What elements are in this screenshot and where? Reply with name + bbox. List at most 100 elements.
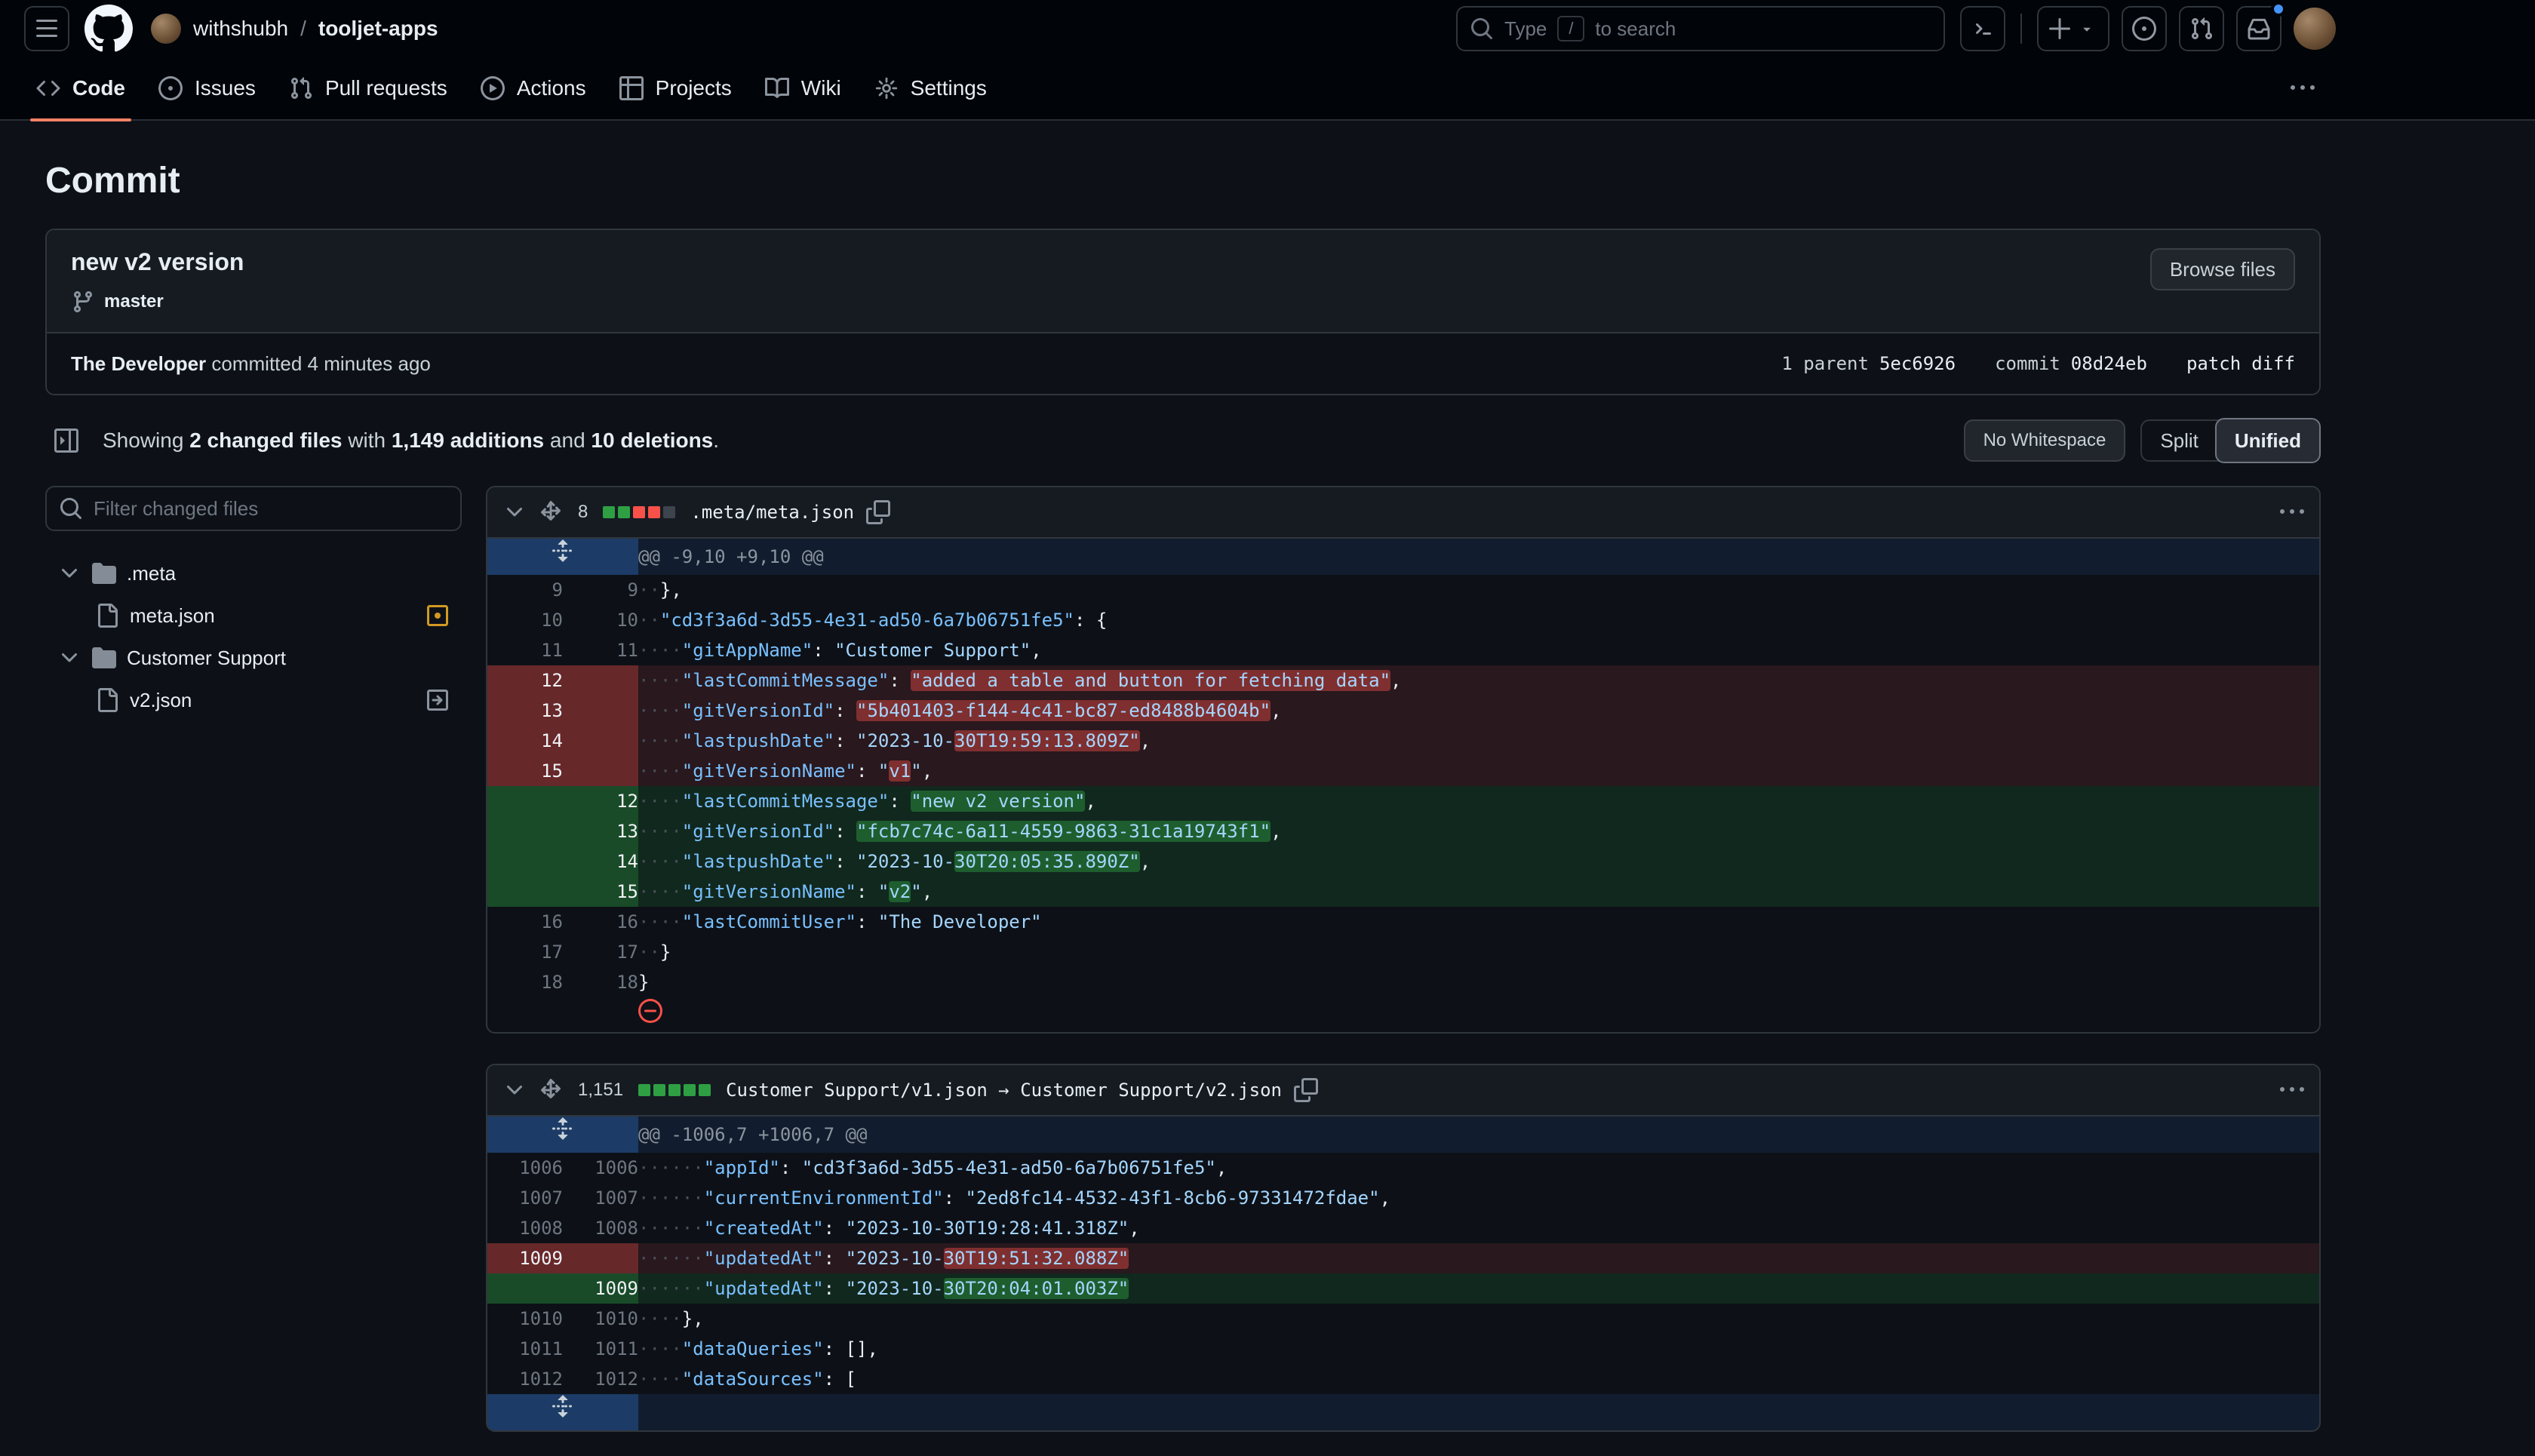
- split-view-button[interactable]: Split: [2142, 419, 2217, 462]
- new-line-number[interactable]: 18: [563, 967, 638, 997]
- old-line-number[interactable]: 1010: [487, 1304, 563, 1334]
- new-line-number[interactable]: 1011: [563, 1334, 638, 1364]
- code-line: ····"gitVersionId": "5b401403-f144-4c41-…: [638, 696, 2319, 726]
- diffstat-blocks: [638, 1084, 711, 1096]
- new-line-number[interactable]: 1007: [563, 1183, 638, 1213]
- old-line-number[interactable]: 15: [487, 756, 563, 786]
- drag-file-handle[interactable]: [539, 1078, 563, 1102]
- old-line-number[interactable]: 1009: [487, 1243, 563, 1273]
- tab-issues[interactable]: Issues: [146, 66, 268, 111]
- new-line-number[interactable]: [563, 756, 638, 786]
- tree-folder-meta[interactable]: .meta: [45, 552, 462, 594]
- collapse-file-button[interactable]: [502, 500, 527, 524]
- nav-overflow-button[interactable]: [2282, 67, 2324, 109]
- old-line-number[interactable]: [487, 786, 563, 816]
- copy-path-button[interactable]: [866, 500, 890, 524]
- breadcrumb-repo[interactable]: tooljet-apps: [318, 17, 438, 41]
- new-line-number[interactable]: 1008: [563, 1213, 638, 1243]
- expand-hunk-button[interactable]: [487, 1394, 638, 1430]
- new-line-number[interactable]: [563, 665, 638, 696]
- old-line-number[interactable]: [487, 1273, 563, 1304]
- pull-requests-button[interactable]: [2179, 6, 2224, 51]
- old-line-number[interactable]: 18: [487, 967, 563, 997]
- hamburger-menu-button[interactable]: [24, 6, 69, 51]
- new-line-number[interactable]: 13: [563, 816, 638, 846]
- file-options-button[interactable]: [2280, 500, 2304, 524]
- diff-line: 1012 1012 ····"dataSources": [: [487, 1364, 2319, 1394]
- old-line-number[interactable]: [487, 877, 563, 907]
- old-line-number[interactable]: 13: [487, 696, 563, 726]
- no-whitespace-button[interactable]: No Whitespace: [1964, 419, 2126, 462]
- old-line-number[interactable]: 1011: [487, 1334, 563, 1364]
- collapse-file-button[interactable]: [502, 1078, 527, 1102]
- new-line-number[interactable]: 1006: [563, 1153, 638, 1183]
- old-line-number[interactable]: 16: [487, 907, 563, 937]
- tab-settings[interactable]: Settings: [862, 66, 999, 111]
- unified-view-button[interactable]: Unified: [2215, 418, 2321, 463]
- tab-actions[interactable]: Actions: [469, 66, 598, 111]
- new-line-number[interactable]: 17: [563, 937, 638, 967]
- copy-path-button[interactable]: [1294, 1078, 1318, 1102]
- old-line-number[interactable]: 11: [487, 635, 563, 665]
- new-line-number[interactable]: 9: [563, 575, 638, 605]
- diff-link[interactable]: diff: [2251, 353, 2295, 374]
- new-line-number[interactable]: 10: [563, 605, 638, 635]
- branch-indicator[interactable]: master: [71, 290, 244, 314]
- old-line-number[interactable]: 12: [487, 665, 563, 696]
- new-line-number[interactable]: [563, 1243, 638, 1273]
- repo-nav: CodeIssuesPull requestsActionsProjectsWi…: [0, 57, 2535, 121]
- file-path: Customer Support/v1.json → Customer Supp…: [726, 1080, 1282, 1101]
- tab-code[interactable]: Code: [24, 66, 137, 111]
- issues-button[interactable]: [2122, 6, 2167, 51]
- old-line-number[interactable]: 1008: [487, 1213, 563, 1243]
- filter-changed-files-input[interactable]: [45, 486, 462, 531]
- committer-name[interactable]: The Developer: [71, 352, 206, 375]
- old-line-number[interactable]: 1007: [487, 1183, 563, 1213]
- search-input[interactable]: Type / to search: [1456, 6, 1945, 51]
- tree-file-v2-json[interactable]: v2.json: [45, 679, 462, 721]
- parent-sha-link[interactable]: 5ec6926: [1879, 353, 1956, 374]
- tree-folder-customer-support[interactable]: Customer Support: [45, 637, 462, 679]
- new-line-number[interactable]: 1012: [563, 1364, 638, 1394]
- breadcrumb-owner[interactable]: withshubh: [193, 17, 288, 41]
- old-line-number[interactable]: 10: [487, 605, 563, 635]
- new-line-number[interactable]: 11: [563, 635, 638, 665]
- old-line-number[interactable]: 1006: [487, 1153, 563, 1183]
- new-line-number[interactable]: 15: [563, 877, 638, 907]
- new-line-number[interactable]: [563, 696, 638, 726]
- old-line-number[interactable]: [487, 846, 563, 877]
- commit-head: new v2 version master Browse files: [47, 230, 2319, 333]
- new-line-number[interactable]: 12: [563, 786, 638, 816]
- drag-file-handle[interactable]: [539, 500, 563, 524]
- tab-projects[interactable]: Projects: [607, 66, 744, 111]
- file-changes-count: 1,151: [578, 1080, 623, 1101]
- inbox-button[interactable]: [2236, 6, 2282, 51]
- diff-line: 13 ····"gitVersionId": "fcb7c74c-6a11-45…: [487, 816, 2319, 846]
- new-line-number[interactable]: 16: [563, 907, 638, 937]
- move-icon: [539, 500, 563, 524]
- tree-item-label: Customer Support: [127, 647, 286, 670]
- new-line-number[interactable]: 1010: [563, 1304, 638, 1334]
- tab-wiki[interactable]: Wiki: [753, 66, 853, 111]
- browse-files-button[interactable]: Browse files: [2150, 248, 2295, 290]
- tab-pull-requests[interactable]: Pull requests: [277, 66, 459, 111]
- old-line-number[interactable]: [487, 816, 563, 846]
- new-line-number[interactable]: [563, 726, 638, 756]
- chevron-down-icon: [57, 646, 81, 670]
- expand-hunk-button[interactable]: [487, 539, 638, 575]
- old-line-number[interactable]: 17: [487, 937, 563, 967]
- user-avatar-button[interactable]: [2294, 8, 2336, 50]
- tree-file-meta-json[interactable]: meta.json: [45, 594, 462, 637]
- old-line-number[interactable]: 1012: [487, 1364, 563, 1394]
- old-line-number[interactable]: 9: [487, 575, 563, 605]
- new-line-number[interactable]: 1009: [563, 1273, 638, 1304]
- patch-link[interactable]: patch: [2186, 353, 2241, 374]
- file-options-button[interactable]: [2280, 1078, 2304, 1102]
- create-new-button[interactable]: [2037, 6, 2109, 51]
- new-line-number[interactable]: 14: [563, 846, 638, 877]
- expand-hunk-button[interactable]: [487, 1117, 638, 1153]
- file-tree-toggle-button[interactable]: [45, 419, 88, 462]
- command-palette-button[interactable]: [1960, 6, 2005, 51]
- github-logo[interactable]: [84, 5, 133, 53]
- old-line-number[interactable]: 14: [487, 726, 563, 756]
